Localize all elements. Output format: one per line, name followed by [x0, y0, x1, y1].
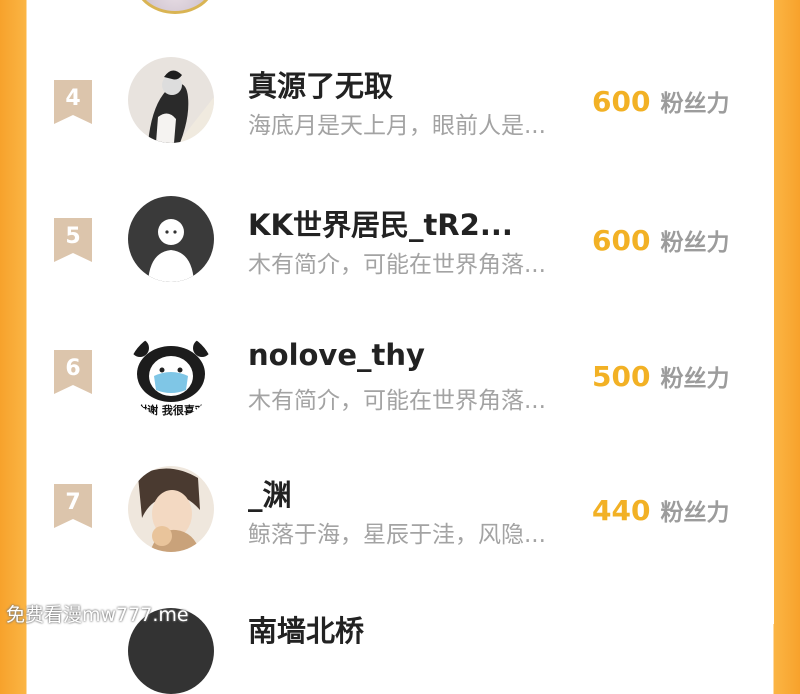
list-item[interactable]: 4 真源了无取 海底月是天上月，眼前人是... 600 粉丝力: [0, 46, 800, 156]
user-name[interactable]: 真源了无取: [248, 63, 393, 105]
fan-unit: 粉丝力: [660, 366, 730, 392]
user-name[interactable]: nolove_thy: [248, 338, 425, 372]
list-item[interactable]: 6 谢谢 我很喜欢 nolove_thy 木有简介，可能在世界角落... 500…: [0, 320, 800, 430]
fan-unit: 粉丝力: [660, 230, 730, 256]
fan-power: 600 粉丝力: [592, 223, 729, 257]
user-name[interactable]: KK世界居民_tR2...: [248, 202, 513, 244]
user-bio: 木有简介，可能在世界角落...: [248, 388, 546, 414]
rank-badge: 4: [54, 80, 92, 124]
list-item[interactable]: 7 _渊 鲸落于海，星辰于洼，风隐... 440 粉丝力: [0, 455, 800, 565]
fan-power: 600 粉丝力: [592, 84, 729, 118]
fan-count: 500: [592, 360, 651, 393]
avatar[interactable]: 谢谢 我很喜欢: [128, 332, 214, 418]
rank-badge: 5: [54, 218, 92, 262]
avatar[interactable]: [128, 196, 214, 282]
fan-unit: 粉丝力: [660, 500, 730, 526]
rank-badge: 6: [54, 350, 92, 394]
user-name-partial[interactable]: 南墙北桥: [248, 608, 364, 650]
list-item[interactable]: 5 KK世界居民_tR2... 木有简介，可能在世界角落... 600 粉丝力: [0, 184, 800, 294]
fan-count: 600: [592, 85, 651, 118]
avatar[interactable]: [128, 466, 214, 552]
avatar[interactable]: [128, 57, 214, 143]
fan-power: 500 粉丝力: [592, 359, 729, 393]
fan-count: 440: [592, 494, 651, 527]
rank-badge: 7: [54, 484, 92, 528]
user-name[interactable]: _渊: [248, 472, 292, 514]
avatar-caption: 谢谢 我很喜欢: [136, 404, 206, 417]
watermark: 免费看漫mw777.me: [6, 604, 189, 626]
fan-count: 600: [592, 224, 651, 257]
user-bio: 海底月是天上月，眼前人是...: [248, 113, 546, 139]
user-bio: 木有简介，可能在世界角落...: [248, 252, 546, 278]
fan-power: 440 粉丝力: [592, 493, 729, 527]
user-bio: 鲸落于海，星辰于洼，风隐...: [248, 522, 546, 548]
fan-unit: 粉丝力: [660, 91, 730, 117]
